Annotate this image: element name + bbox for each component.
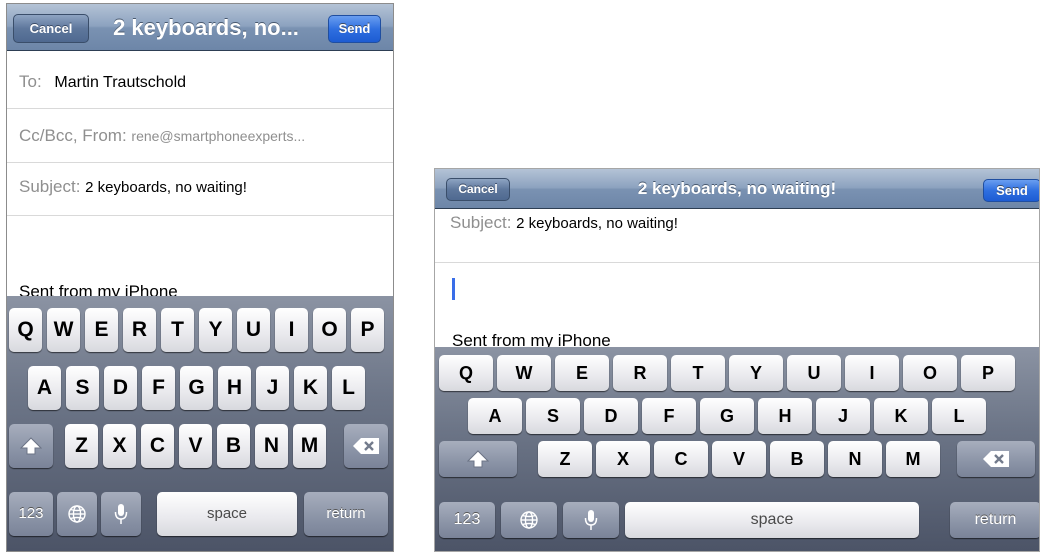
key-d[interactable]: D <box>584 398 638 434</box>
key-o[interactable]: O <box>903 355 957 391</box>
return-key[interactable]: return <box>950 502 1039 538</box>
shift-arrow-icon <box>20 437 42 455</box>
key-r[interactable]: R <box>613 355 667 391</box>
key-q[interactable]: Q <box>439 355 493 391</box>
key-n[interactable]: N <box>255 424 288 468</box>
key-e[interactable]: E <box>555 355 609 391</box>
return-key[interactable]: return <box>304 492 388 536</box>
dictation-key[interactable] <box>563 502 619 538</box>
nav-bar: Cancel 2 keyboards, no waiting! Send <box>435 169 1039 209</box>
globe-icon <box>519 510 539 530</box>
key-f[interactable]: F <box>142 366 175 410</box>
key-i[interactable]: I <box>275 308 308 352</box>
key-l[interactable]: L <box>932 398 986 434</box>
key-v[interactable]: V <box>179 424 212 468</box>
key-k[interactable]: K <box>874 398 928 434</box>
key-l[interactable]: L <box>332 366 365 410</box>
shift-arrow-icon <box>467 450 489 468</box>
key-r[interactable]: R <box>123 308 156 352</box>
key-u[interactable]: U <box>237 308 270 352</box>
subject-value[interactable]: 2 keyboards, no waiting! <box>516 215 678 232</box>
space-key[interactable]: space <box>157 492 297 536</box>
key-s[interactable]: S <box>66 366 99 410</box>
subject-value[interactable]: 2 keyboards, no waiting! <box>85 179 247 196</box>
globe-key[interactable] <box>57 492 97 536</box>
globe-icon <box>67 504 87 524</box>
key-t[interactable]: T <box>671 355 725 391</box>
key-v[interactable]: V <box>712 441 766 477</box>
key-b[interactable]: B <box>217 424 250 468</box>
space-key[interactable]: space <box>625 502 919 538</box>
landscape-compose-screen: Cancel 2 keyboards, no waiting! Send Sub… <box>434 168 1040 552</box>
numbers-key[interactable]: 123 <box>439 502 495 538</box>
dictation-key[interactable] <box>101 492 141 536</box>
subject-field[interactable]: Subject: 2 keyboards, no waiting! <box>435 209 1039 263</box>
key-q[interactable]: Q <box>9 308 42 352</box>
key-z[interactable]: Z <box>65 424 98 468</box>
key-a[interactable]: A <box>28 366 61 410</box>
key-s[interactable]: S <box>526 398 580 434</box>
keyboard: Q W E R T Y U I O P A S D F G H J K L Z X C V B N M 123 space return <box>7 296 393 551</box>
key-j[interactable]: J <box>256 366 289 410</box>
key-p[interactable]: P <box>961 355 1015 391</box>
subject-label: Subject: <box>19 177 81 196</box>
key-x[interactable]: X <box>596 441 650 477</box>
numbers-key[interactable]: 123 <box>9 492 53 536</box>
key-o[interactable]: O <box>313 308 346 352</box>
key-g[interactable]: G <box>180 366 213 410</box>
key-w[interactable]: W <box>497 355 551 391</box>
portrait-compose-screen: Cancel 2 keyboards, no... Send To: Marti… <box>6 3 394 552</box>
key-f[interactable]: F <box>642 398 696 434</box>
send-button[interactable]: Send <box>328 15 381 43</box>
key-p[interactable]: P <box>351 308 384 352</box>
key-i[interactable]: I <box>845 355 899 391</box>
key-m[interactable]: M <box>293 424 326 468</box>
keyboard: Q W E R T Y U I O P A S D F G H J K L Z X C V B N M 123 space return <box>435 347 1039 551</box>
key-w[interactable]: W <box>47 308 80 352</box>
microphone-icon <box>114 503 128 525</box>
key-d[interactable]: D <box>104 366 137 410</box>
cc-bcc-from-label: Cc/Bcc, From: <box>19 126 127 145</box>
shift-key[interactable] <box>9 424 53 468</box>
key-a[interactable]: A <box>468 398 522 434</box>
globe-key[interactable] <box>501 502 557 538</box>
microphone-icon <box>584 509 598 531</box>
key-u[interactable]: U <box>787 355 841 391</box>
to-recipient[interactable]: Martin Trautschold <box>54 74 186 91</box>
key-m[interactable]: M <box>886 441 940 477</box>
key-j[interactable]: J <box>816 398 870 434</box>
key-g[interactable]: G <box>700 398 754 434</box>
to-label: To: <box>19 72 42 91</box>
backspace-icon <box>352 437 380 455</box>
delete-key[interactable] <box>344 424 388 468</box>
subject-field[interactable]: Subject: 2 keyboards, no waiting! <box>7 163 393 216</box>
key-b[interactable]: B <box>770 441 824 477</box>
key-h[interactable]: H <box>218 366 251 410</box>
key-y[interactable]: Y <box>729 355 783 391</box>
nav-title: 2 keyboards, no waiting! <box>637 179 837 198</box>
from-address[interactable]: rene@smartphoneexperts... <box>131 128 305 144</box>
text-cursor <box>452 278 455 300</box>
key-h[interactable]: H <box>758 398 812 434</box>
send-button[interactable]: Send <box>983 179 1039 202</box>
key-z[interactable]: Z <box>538 441 592 477</box>
cc-bcc-from-field[interactable]: Cc/Bcc, From: rene@smartphoneexperts... <box>7 109 393 163</box>
shift-key[interactable] <box>439 441 517 477</box>
key-k[interactable]: K <box>294 366 327 410</box>
key-n[interactable]: N <box>828 441 882 477</box>
key-c[interactable]: C <box>654 441 708 477</box>
key-y[interactable]: Y <box>199 308 232 352</box>
key-x[interactable]: X <box>103 424 136 468</box>
key-e[interactable]: E <box>85 308 118 352</box>
to-field[interactable]: To: Martin Trautschold <box>7 51 393 109</box>
delete-key[interactable] <box>957 441 1035 477</box>
key-c[interactable]: C <box>141 424 174 468</box>
nav-bar: Cancel 2 keyboards, no... Send <box>7 4 393 51</box>
subject-label: Subject: <box>450 213 512 232</box>
backspace-icon <box>982 450 1010 468</box>
key-t[interactable]: T <box>161 308 194 352</box>
